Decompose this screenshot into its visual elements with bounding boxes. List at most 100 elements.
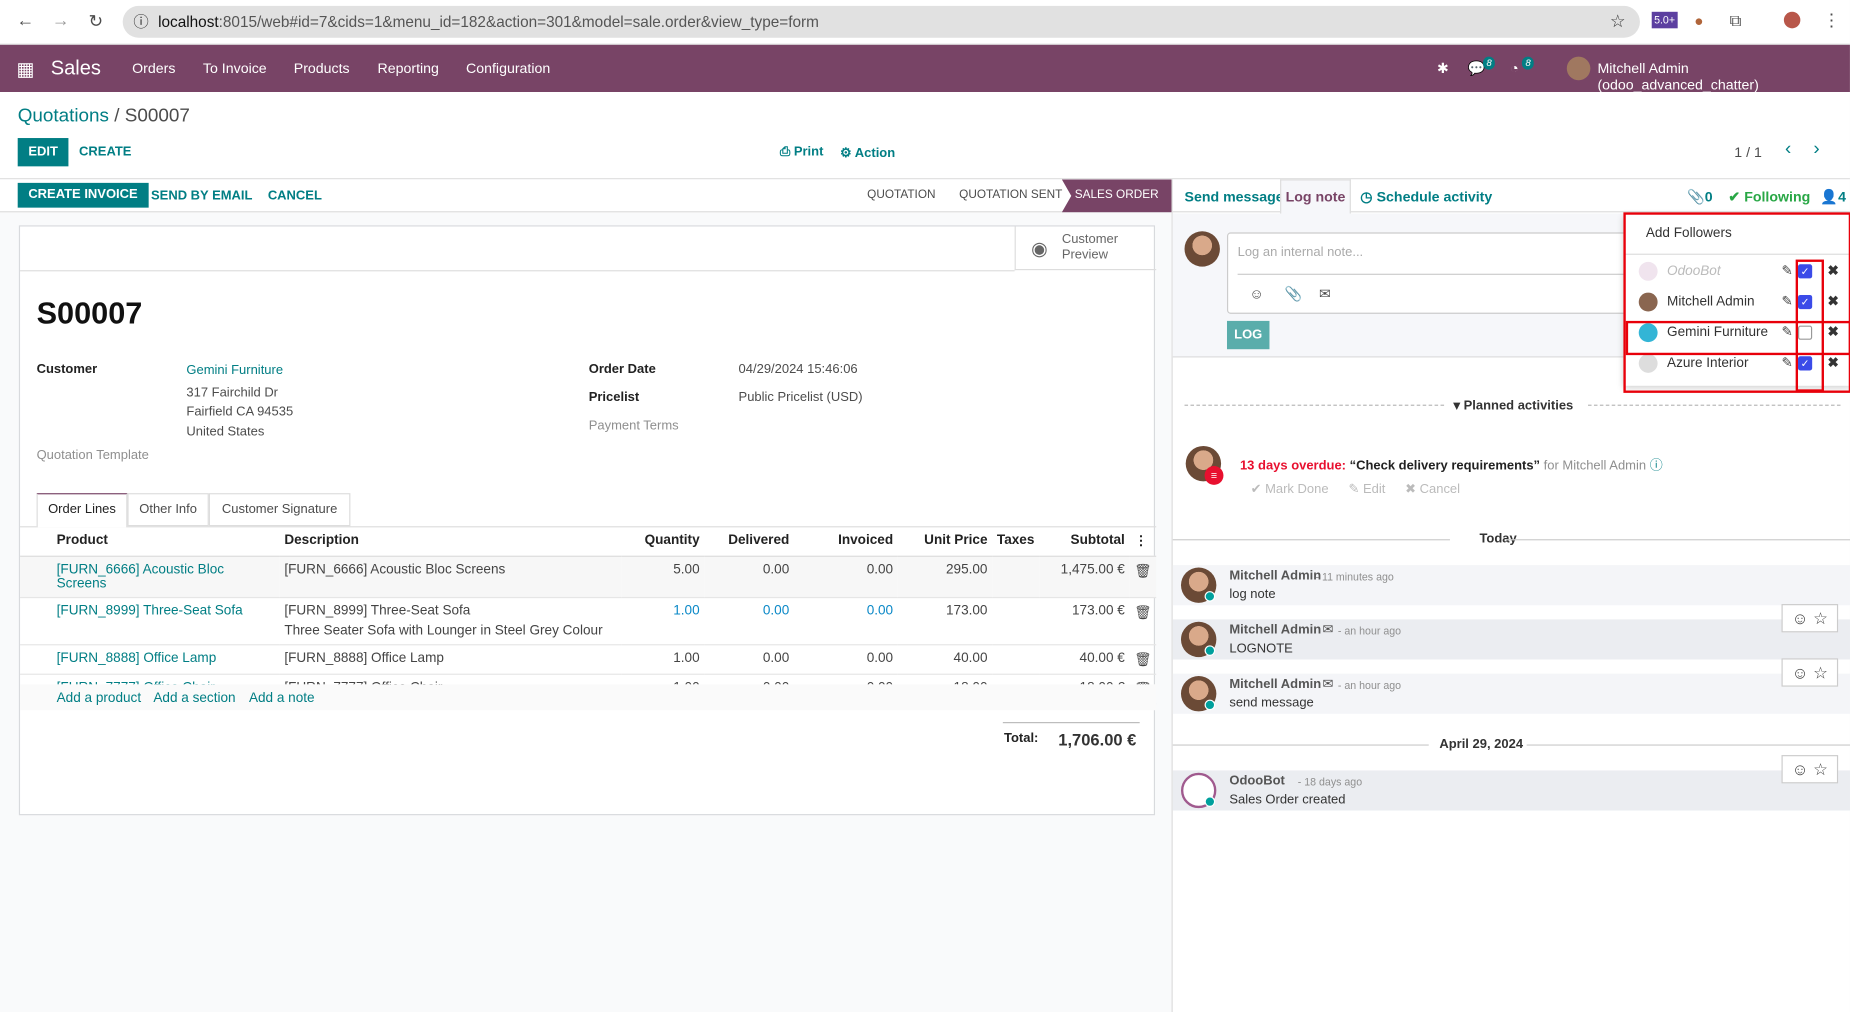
product-cell[interactable]: [FURN_6666] Acoustic Bloc Screens xyxy=(20,555,280,598)
menu-orders[interactable]: Orders xyxy=(132,60,175,77)
note-input[interactable]: Log an internal note... ☺ 📎 ✉ xyxy=(1226,232,1640,314)
message-body: LOGNOTE xyxy=(1229,641,1293,656)
stage-quotation[interactable]: QUOTATION xyxy=(867,189,935,202)
send-by-email-button[interactable]: SEND BY EMAIL xyxy=(151,189,252,203)
forward-icon[interactable]: → xyxy=(52,11,70,31)
statusbar: CREATE INVOICE SEND BY EMAIL CANCEL QUOT… xyxy=(0,179,1172,213)
menu-kebab-icon[interactable]: ⋮ xyxy=(1823,9,1841,31)
planned-activities-toggle[interactable]: ▾ Planned activities xyxy=(1454,398,1574,413)
app-name[interactable]: Sales xyxy=(51,57,101,81)
pager-value[interactable]: 1 / 1 xyxy=(1734,144,1762,161)
product-cell[interactable]: [FURN_8888] Office Lamp xyxy=(20,644,280,675)
message-author[interactable]: Mitchell Admin xyxy=(1229,623,1321,637)
user-avatar[interactable] xyxy=(1566,56,1591,81)
add-note-link[interactable]: Add a note xyxy=(249,691,315,705)
table-row[interactable]: [FURN_6666] Acoustic Bloc Screens [FURN_… xyxy=(20,555,1157,598)
composer-avatar xyxy=(1184,231,1220,267)
bug-icon[interactable]: ✱ xyxy=(1437,60,1449,77)
table-row[interactable]: [FURN_8999] Three-Seat Sofa [FURN_8999] … xyxy=(20,596,1157,645)
tab-customer-signature[interactable]: Customer Signature xyxy=(208,493,351,527)
reload-icon[interactable]: ↻ xyxy=(88,11,103,32)
apps-grid-icon[interactable]: ▦ xyxy=(17,58,35,82)
stage-quotation-sent[interactable]: QUOTATION SENT xyxy=(959,189,1062,202)
next-icon[interactable]: › xyxy=(1813,139,1819,160)
log-note-button[interactable]: Log note xyxy=(1280,179,1351,214)
description-cell: [FURN_6666] Acoustic Bloc Screens xyxy=(279,555,622,598)
trash-icon[interactable]: 🗑 xyxy=(1129,644,1157,675)
star-icon[interactable]: ☆ xyxy=(1813,609,1828,628)
log-button[interactable]: LOG xyxy=(1226,320,1270,350)
emoji-icon[interactable]: ☺ xyxy=(1249,286,1263,303)
envelope-icon[interactable]: ✉ xyxy=(1319,286,1331,303)
profile-avatar[interactable] xyxy=(1783,11,1801,29)
menu-to-invoice[interactable]: To Invoice xyxy=(203,60,267,77)
action-button[interactable]: ⚙ Action xyxy=(840,145,895,160)
mark-done-button[interactable]: ✔ Mark Done xyxy=(1251,481,1329,497)
followers-button[interactable]: 👤4 xyxy=(1820,189,1846,206)
quantity-cell: 1.00 xyxy=(621,644,705,675)
invoiced-cell: 0.00 xyxy=(794,555,898,598)
star-icon[interactable]: ☆ xyxy=(1813,760,1828,779)
message-time: - 11 minutes ago xyxy=(1315,571,1394,583)
activity-item: 13 days overdue: “Check delivery require… xyxy=(1239,458,1663,474)
screen: ← → ↻ ⓘ localhost:8015/web#id=7&cids=1&me… xyxy=(0,0,1850,1012)
address-bar[interactable]: ⓘ localhost:8015/web#id=7&cids=1&menu_id=… xyxy=(122,5,1640,38)
table-row[interactable]: [FURN_8888] Office Lamp [FURN_8888] Offi… xyxy=(20,644,1157,675)
add-reaction-icon[interactable]: ☺ xyxy=(1792,609,1809,628)
cancel-activity-button[interactable]: ✖ Cancel xyxy=(1405,481,1460,497)
menu-reporting[interactable]: Reporting xyxy=(378,60,439,77)
paperclip-icon[interactable]: 📎 xyxy=(1285,286,1303,303)
add-reaction-icon[interactable]: ☺ xyxy=(1792,760,1809,779)
create-button[interactable]: CREATE xyxy=(79,145,131,159)
schedule-activity-button[interactable]: ◷ Schedule activity xyxy=(1360,189,1492,206)
customer-preview-button[interactable]: ◉ Customer Preview xyxy=(1014,226,1157,271)
tab-other-info[interactable]: Other Info xyxy=(127,493,209,527)
extension-icon[interactable]: ● xyxy=(1694,12,1703,30)
star-icon[interactable]: ☆ xyxy=(1610,6,1626,38)
attachments-button[interactable]: 📎0 xyxy=(1687,189,1713,206)
order-name: S00007 xyxy=(36,294,143,331)
message-item: OdooBot - 18 days ago Sales Order create… xyxy=(1172,770,1850,811)
print-button[interactable]: ⎙ Print xyxy=(780,145,824,160)
highlight-box-gemini xyxy=(1625,320,1850,356)
trash-icon[interactable]: 🗑 xyxy=(1129,555,1157,598)
chatter: Send message Log note ◷ Schedule activit… xyxy=(1171,179,1850,1012)
form-sheet: ◉ Customer Preview S00007 Customer Gemini… xyxy=(18,225,1157,816)
edit-button[interactable]: EDIT xyxy=(17,138,69,167)
customer-link[interactable]: Gemini Furniture xyxy=(186,363,283,377)
add-product-link[interactable]: Add a product xyxy=(57,691,141,705)
info-icon[interactable]: ⓘ xyxy=(1650,459,1663,473)
create-invoice-button[interactable]: CREATE INVOICE xyxy=(17,182,149,208)
message-author[interactable]: Mitchell Admin xyxy=(1229,677,1321,691)
menu-products[interactable]: Products xyxy=(294,60,350,77)
activity-clock-icon[interactable]: ◔ xyxy=(1510,60,1519,77)
taxes-cell xyxy=(992,644,1040,675)
send-message-button[interactable]: Send message xyxy=(1185,189,1284,206)
prev-icon[interactable]: ‹ xyxy=(1785,139,1791,160)
back-icon[interactable]: ← xyxy=(17,11,35,31)
online-status-icon xyxy=(1204,699,1216,711)
puzzle-icon[interactable]: ⧉ xyxy=(1730,11,1742,31)
menu-configuration[interactable]: Configuration xyxy=(466,60,550,77)
add-section-link[interactable]: Add a section xyxy=(153,691,235,705)
column-options-icon[interactable]: ⋮ xyxy=(1129,526,1157,557)
cancel-button[interactable]: CANCEL xyxy=(268,189,322,203)
trash-icon[interactable]: 🗑 xyxy=(1129,596,1157,645)
message-author[interactable]: Mitchell Admin xyxy=(1229,569,1321,583)
message-author[interactable]: OdooBot xyxy=(1229,774,1285,788)
edit-activity-button[interactable]: ✎ Edit xyxy=(1349,481,1386,497)
stage-sales-order[interactable]: SALES ORDER xyxy=(1061,179,1172,213)
extension-badge[interactable]: 5.0+ xyxy=(1651,11,1678,29)
unit-price-cell: 173.00 xyxy=(897,596,993,645)
following-button[interactable]: ✔ Following xyxy=(1728,189,1810,206)
pricelist: Public Pricelist (USD) xyxy=(738,390,863,405)
message-actions: ☺ ☆ xyxy=(1781,604,1839,633)
user-menu[interactable]: Mitchell Admin (odoo_advanced_chatter) xyxy=(1597,60,1849,93)
tab-order-lines[interactable]: Order Lines xyxy=(36,493,128,528)
unit-price-cell: 40.00 xyxy=(897,644,993,675)
add-reaction-icon[interactable]: ☺ xyxy=(1792,663,1809,682)
message-item: Mitchell Admin ✉ - an hour ago LOGNOTE xyxy=(1172,619,1850,660)
online-status-icon xyxy=(1204,796,1216,807)
star-icon[interactable]: ☆ xyxy=(1813,663,1828,682)
product-cell[interactable]: [FURN_8999] Three-Seat Sofa xyxy=(20,596,280,645)
